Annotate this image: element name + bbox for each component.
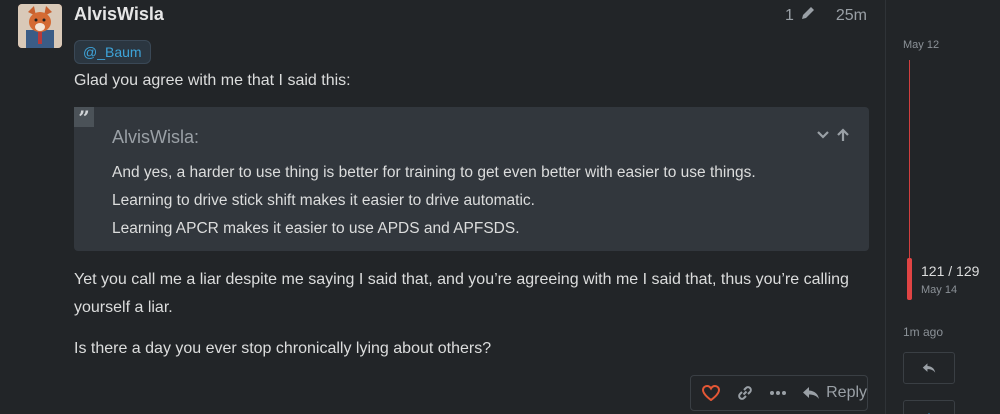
timeline-reply-button[interactable] <box>903 352 955 384</box>
timeline-jump-button[interactable] <box>903 400 955 414</box>
quote-block: ” AlvisWisla: And yes, a harder to use t… <box>74 107 869 251</box>
quote-icon: ” <box>74 107 94 129</box>
quote-line: And yes, a harder to use thing is better… <box>112 164 756 181</box>
post: AlvisWisla 1 25m @_Baum Glad you agree w… <box>0 0 885 414</box>
post-meta: 1 25m <box>785 5 867 26</box>
arrow-up-icon[interactable] <box>835 127 851 148</box>
reply-button[interactable]: Reply <box>802 384 867 402</box>
quote-controls <box>815 127 851 148</box>
copy-link-button[interactable] <box>733 381 757 405</box>
timeline-last-activity[interactable]: 1m ago <box>903 325 943 339</box>
post-paragraph-line: yourself a liar. <box>74 299 173 316</box>
post-age[interactable]: 25m <box>836 7 867 25</box>
timeline-start-date[interactable]: May 12 <box>903 39 939 51</box>
pencil-icon[interactable] <box>800 5 816 26</box>
edit-count[interactable]: 1 <box>785 7 794 25</box>
avatar[interactable] <box>18 4 62 48</box>
fox-avatar-icon <box>18 4 62 48</box>
timeline-position: 121 / 129 <box>921 263 980 279</box>
chevron-down-icon[interactable] <box>815 127 831 148</box>
post-paragraph-line: Yet you call me a liar despite me saying… <box>74 271 849 288</box>
timeline-current-date: May 14 <box>921 284 958 296</box>
user-mention[interactable]: @_Baum <box>74 40 151 64</box>
heart-icon <box>701 385 720 401</box>
timeline-handle[interactable] <box>907 258 912 300</box>
ellipsis-icon <box>770 391 787 395</box>
reply-icon <box>803 387 820 399</box>
quote-line: Learning to drive stick shift makes it e… <box>112 192 535 209</box>
reply-label: Reply <box>826 384 868 401</box>
quote-body: And yes, a harder to use thing is better… <box>112 159 756 243</box>
post-paragraph: Is there a day you ever stop chronically… <box>74 340 492 357</box>
post-username[interactable]: AlvisWisla <box>74 4 164 25</box>
quote-author[interactable]: AlvisWisla: <box>112 127 199 148</box>
link-icon <box>737 386 752 400</box>
reply-icon <box>922 363 936 373</box>
more-options-button[interactable] <box>766 381 790 405</box>
post-actions: Reply <box>690 375 868 411</box>
like-button[interactable] <box>699 381 723 405</box>
post-intro-text: Glad you agree with me that I said this: <box>74 72 351 89</box>
timeline-divider <box>885 0 886 414</box>
post-paragraph: Yet you call me a liar despite me saying… <box>74 266 864 322</box>
quote-line: Learning APCR makes it easier to use APD… <box>112 220 520 237</box>
